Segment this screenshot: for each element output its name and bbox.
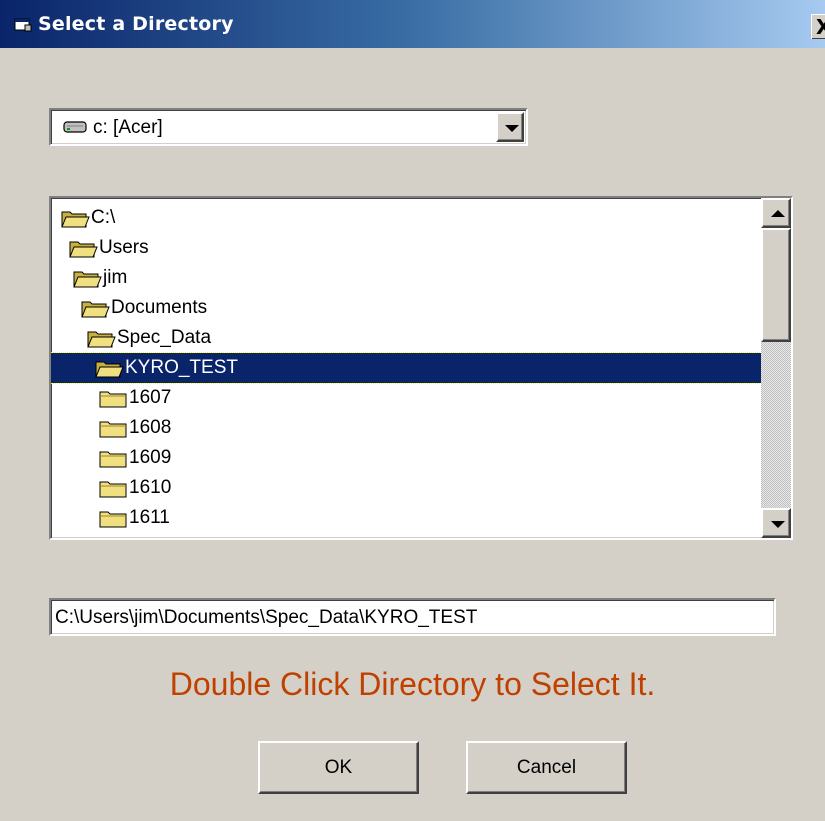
path-field-value: C:\Users\jim\Documents\Spec_Data\KYRO_TE… bbox=[55, 607, 478, 628]
folder-open-icon bbox=[87, 331, 116, 348]
directory-item-label: 1611 bbox=[129, 507, 170, 528]
vertical-scrollbar[interactable] bbox=[761, 198, 791, 538]
directory-item-label: Spec_Data bbox=[117, 327, 212, 348]
drive-select[interactable]: c: [Acer] bbox=[49, 108, 528, 146]
directory-item-label: 1607 bbox=[129, 387, 172, 408]
folder-open-icon bbox=[81, 301, 110, 318]
scroll-down-button[interactable] bbox=[761, 508, 791, 538]
directory-item-label: C:\ bbox=[91, 207, 116, 228]
directory-item[interactable]: 1607 bbox=[51, 383, 761, 413]
window-title: Select a Directory bbox=[38, 13, 234, 35]
directory-item-label: 1608 bbox=[129, 417, 172, 438]
scroll-up-button[interactable] bbox=[761, 198, 791, 228]
folder-icon bbox=[99, 511, 127, 528]
arrow-down-icon bbox=[771, 521, 785, 528]
directory-item-label: KYRO_TEST bbox=[125, 357, 238, 378]
drive-dropdown-button[interactable] bbox=[496, 112, 524, 142]
folder-icon bbox=[99, 481, 127, 498]
folder-icon bbox=[99, 451, 127, 468]
directory-item-label: 1610 bbox=[129, 477, 172, 498]
folder-open-icon bbox=[73, 271, 102, 288]
scroll-thumb[interactable] bbox=[761, 228, 791, 342]
close-icon: X bbox=[816, 15, 825, 39]
directory-item[interactable]: Users bbox=[51, 233, 761, 263]
directory-item[interactable]: Spec_Data bbox=[51, 323, 761, 353]
directory-item[interactable]: KYRO_TEST bbox=[51, 352, 762, 384]
directory-item[interactable]: Documents bbox=[51, 293, 761, 323]
title-bar[interactable]: Select a Directory X bbox=[0, 0, 825, 48]
directory-item-label: Documents bbox=[111, 297, 208, 318]
directory-item[interactable]: 1611 bbox=[51, 503, 761, 533]
directory-item[interactable]: 1608 bbox=[51, 413, 761, 443]
drive-select-value: c: [Acer] bbox=[93, 117, 163, 138]
ok-button[interactable]: OK bbox=[258, 741, 419, 794]
cancel-button[interactable]: Cancel bbox=[466, 741, 627, 794]
instruction-text: Double Click Directory to Select It. bbox=[169, 666, 656, 702]
directory-item-label: 1609 bbox=[129, 447, 172, 468]
directory-item[interactable]: 1609 bbox=[51, 443, 761, 473]
folder-open-icon bbox=[95, 361, 124, 378]
directory-list[interactable]: C:\ Users jim Documents Spec_Data KYRO_TEST 16… bbox=[49, 196, 793, 540]
folder-icon bbox=[99, 391, 127, 408]
path-field[interactable]: C:\Users\jim\Documents\Spec_Data\KYRO_TE… bbox=[49, 598, 776, 636]
app-icon bbox=[14, 18, 32, 32]
folder-icon bbox=[99, 421, 127, 438]
hard-drive-icon bbox=[63, 121, 87, 133]
directory-item-label: jim bbox=[103, 267, 128, 288]
close-button[interactable]: X bbox=[811, 14, 825, 39]
directory-item[interactable]: jim bbox=[51, 263, 761, 293]
arrow-up-icon bbox=[771, 210, 785, 217]
directory-item[interactable]: 1610 bbox=[51, 473, 761, 503]
chevron-down-icon bbox=[505, 125, 519, 132]
directory-item-label: Users bbox=[99, 237, 149, 258]
folder-open-icon bbox=[61, 211, 90, 228]
folder-open-icon bbox=[69, 241, 98, 258]
directory-item[interactable]: C:\ bbox=[51, 203, 761, 233]
